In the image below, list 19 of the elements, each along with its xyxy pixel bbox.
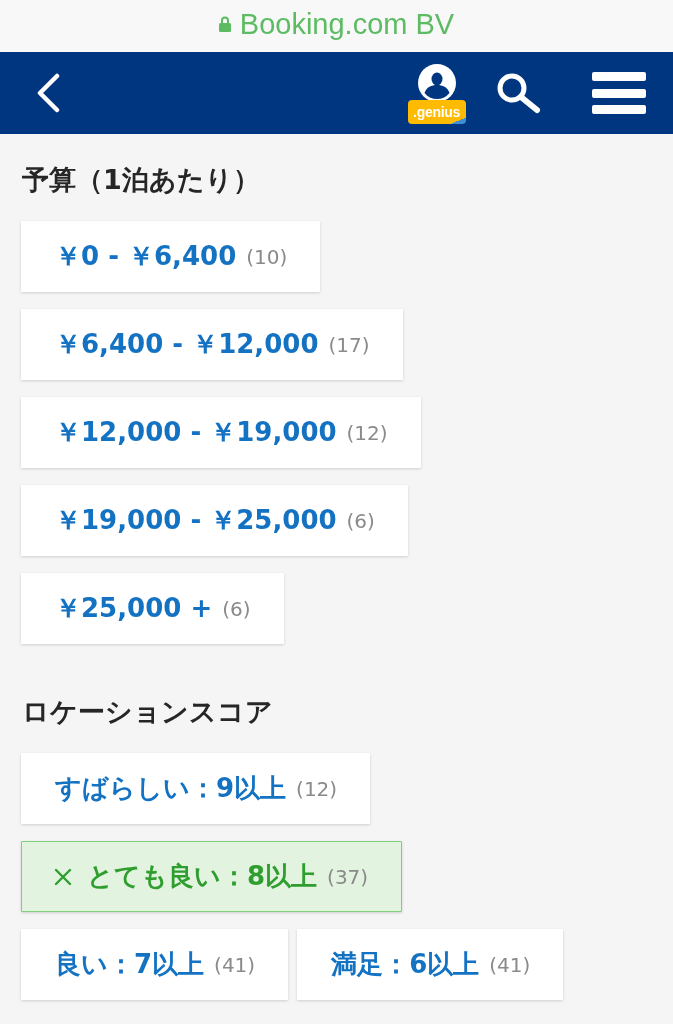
- section-heading: ロケーションスコア: [22, 696, 273, 728]
- filter-chip[interactable]: すばらしい：9以上 (12): [21, 753, 371, 824]
- section-heading: 予算（1泊あたり）: [22, 164, 260, 196]
- back-icon[interactable]: [36, 73, 60, 113]
- site-domain: Booking.com BV: [239, 7, 455, 41]
- genius-badge: .genius: [408, 100, 466, 124]
- filter-chip[interactable]: とても良い：8以上 (37): [21, 841, 403, 912]
- filter-chip[interactable]: ￥12,000 - ￥19,000 (12): [21, 397, 421, 468]
- filter-chip[interactable]: ￥25,000 + (6): [21, 573, 284, 644]
- filter-chip[interactable]: 良い：7以上 (41): [21, 929, 289, 1000]
- filter-chip[interactable]: ￥19,000 - ￥25,000 (6): [21, 485, 408, 556]
- lock-icon: [218, 16, 231, 32]
- filter-chip[interactable]: 満足：6以上 (41): [297, 929, 564, 1000]
- search-icon[interactable]: [496, 72, 542, 114]
- menu-icon[interactable]: [592, 72, 646, 114]
- filter-chip[interactable]: ￥6,400 - ￥12,000 (17): [21, 309, 403, 380]
- filter-chip[interactable]: ￥0 - ￥6,400 (10): [21, 221, 321, 292]
- avatar-icon[interactable]: [418, 64, 457, 102]
- close-icon[interactable]: [54, 867, 72, 886]
